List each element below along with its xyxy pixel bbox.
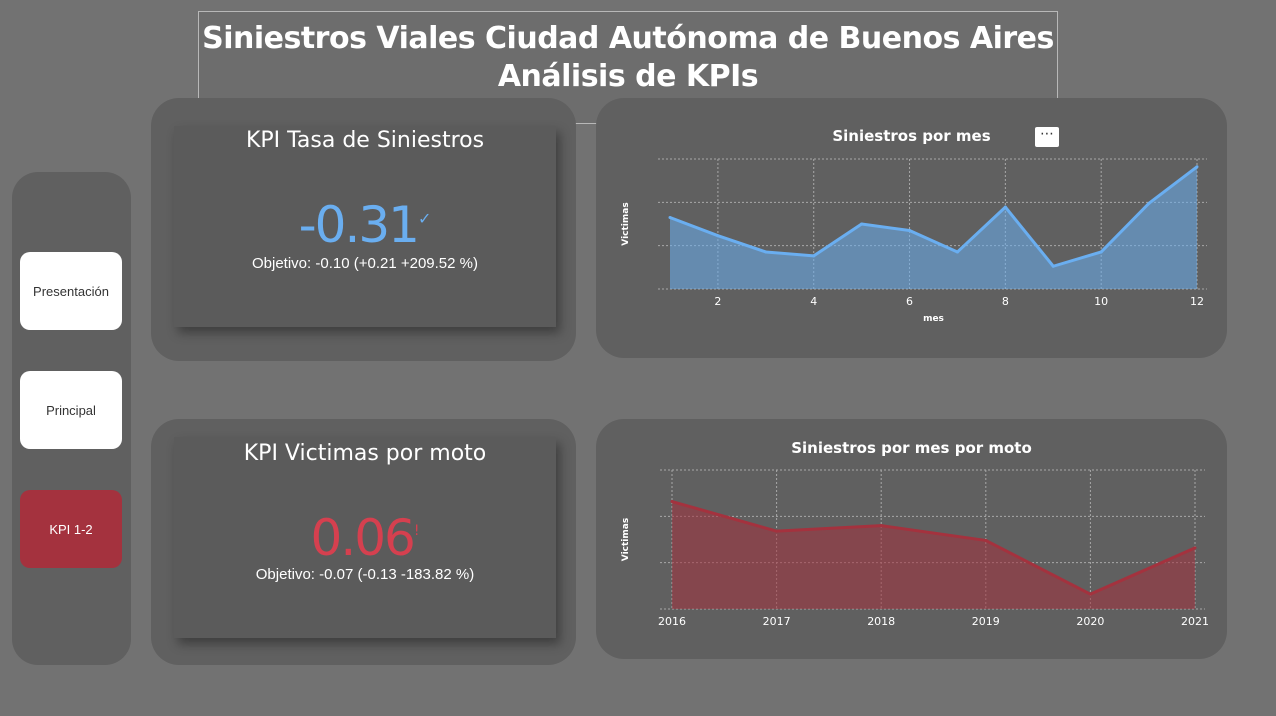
chart1-panel: Siniestros por mes ⋯ 2 4 6 8 10 12 mes Victimas: [596, 98, 1227, 358]
chart1-point: [860, 222, 864, 226]
chart1-point: [1051, 264, 1055, 268]
chart1-svg: 2 4 6 8 10 12 mes Victimas: [621, 158, 1207, 324]
chart2-tick-label: 2016: [658, 615, 686, 628]
page-title: Siniestros Viales Ciudad Autónoma de Bue…: [202, 21, 1054, 56]
chart2-point: [1193, 546, 1197, 550]
chart2-point: [775, 529, 779, 533]
kpi2-card[interactable]: KPI Victimas por moto 0.06! Objetivo: -0…: [174, 437, 556, 638]
chart1-point: [1003, 205, 1007, 209]
kpi2-status-alert-icon: !: [413, 523, 420, 539]
chart1-point: [908, 229, 912, 232]
chart2-ylabel: Victimas: [621, 518, 631, 561]
chart2-tick-label: 2019: [972, 615, 1000, 628]
chart1-tick-label: 6: [906, 295, 913, 308]
chart1-point: [812, 254, 816, 258]
kpi1-status-check-icon: ✓: [417, 209, 432, 228]
chart1-area: [670, 166, 1197, 289]
chart2-point: [1088, 592, 1092, 596]
nav-button-principal[interactable]: Principal: [20, 371, 122, 449]
chart1-point: [1195, 165, 1199, 169]
chart1-point: [1099, 250, 1103, 254]
kpi1-value-number: -0.31: [298, 196, 420, 254]
kpi2-value-number: 0.06: [310, 509, 416, 567]
chart1-point: [764, 250, 768, 254]
chart1-point: [668, 216, 672, 219]
chart1-point: [716, 234, 720, 238]
chart1-tick-label: 8: [1002, 295, 1009, 308]
nav-button-kpi-1-2[interactable]: KPI 1-2: [20, 490, 122, 568]
chart2-point: [879, 524, 883, 528]
chart2-svg: 2016 2017 2018 2019 2020 2021 Victimas: [621, 469, 1209, 628]
kpi1-value: -0.31✓: [174, 196, 556, 254]
chart1-point: [955, 250, 959, 254]
kpi2-value: 0.06!: [174, 509, 556, 567]
chart1-xlabel: mes: [923, 314, 944, 324]
chart1-tick-label: 2: [714, 295, 721, 308]
chart1-tick-label: 12: [1190, 295, 1204, 308]
kpi2-title: KPI Victimas por moto: [243, 441, 487, 466]
nav-button-presentacion[interactable]: Presentación: [20, 252, 122, 330]
kpi1-target: Objetivo: -0.10 (+0.21 +209.52 %): [252, 255, 478, 272]
chart2-panel: Siniestros por mes por moto 2016 2017 2018…: [596, 419, 1227, 659]
kpi2-target: Objetivo: -0.07 (-0.13 -183.82 %): [255, 566, 475, 583]
chart1-tick-label: 4: [810, 295, 817, 308]
chart2-tick-label: 2021: [1181, 615, 1209, 628]
kpi1-title: KPI Tasa de Siniestros: [245, 128, 485, 153]
page-subtitle: Análisis de KPIs: [497, 59, 759, 94]
chart2-tick-label: 2017: [763, 615, 791, 628]
chart2-area: [672, 501, 1195, 609]
chart2-tick-label: 2018: [867, 615, 895, 628]
chart1-tick-label: 10: [1094, 295, 1108, 308]
chart2-point: [984, 538, 988, 542]
kpi1-card[interactable]: KPI Tasa de Siniestros -0.31✓ Objetivo: …: [174, 126, 556, 327]
chart1-point: [1147, 201, 1151, 205]
chart2-point: [670, 500, 674, 504]
chart1-ylabel: Victimas: [621, 202, 631, 245]
chart2-tick-label: 2020: [1076, 615, 1104, 628]
